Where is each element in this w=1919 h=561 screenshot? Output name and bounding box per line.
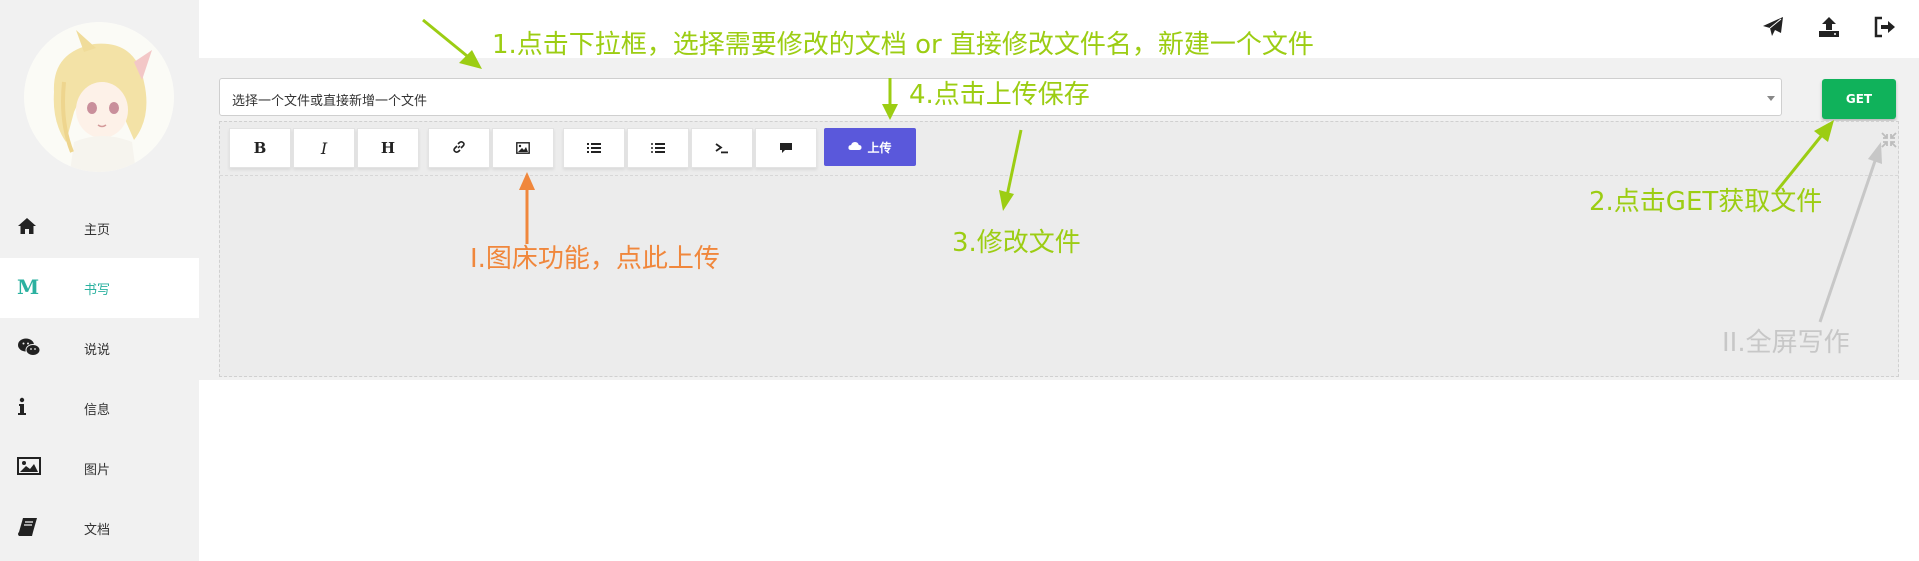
italic-button[interactable]: I	[293, 128, 355, 168]
sidebar-item-label: 信息	[84, 403, 111, 418]
sidebar-item-write[interactable]: M 书写	[0, 258, 199, 318]
annotation-tip2: II.全屏写作	[1722, 328, 1850, 358]
info-icon	[17, 397, 41, 419]
code-button[interactable]	[691, 128, 753, 168]
cloud-icon	[848, 140, 863, 154]
link-icon	[452, 139, 466, 158]
avatar[interactable]	[24, 22, 174, 172]
sidebar-item-label: 图片	[84, 463, 111, 478]
bold-button[interactable]: B	[229, 128, 291, 168]
annotation-step1: 1.点击下拉框，选择需要修改的文档 or 直接修改文件名，新建一个文件	[492, 30, 1314, 60]
svg-text:M: M	[17, 277, 39, 297]
annotation-tip1: I.图床功能，点此上传	[470, 244, 720, 274]
annotation-step4: 4.点击上传保存	[909, 80, 1090, 110]
ordered-list-button[interactable]	[563, 128, 625, 168]
sidebar-item-moments[interactable]: 说说	[0, 318, 199, 378]
book-icon	[17, 517, 41, 539]
image-upload-button[interactable]	[492, 128, 554, 168]
sidebar-item-label: 文档	[84, 523, 111, 538]
quote-button[interactable]	[755, 128, 817, 168]
content-footer-area	[199, 380, 1919, 561]
ordered-list-icon	[587, 139, 601, 158]
annotation-step3: 3.修改文件	[952, 228, 1081, 258]
logout-icon[interactable]	[1874, 16, 1900, 42]
sidebar-item-label: 书写	[84, 283, 111, 298]
home-icon	[17, 217, 41, 239]
markdown-icon: M	[17, 275, 41, 299]
upload-save-button[interactable]: 上传	[824, 128, 916, 166]
file-select-placeholder: 选择一个文件或直接新增一个文件	[232, 94, 428, 109]
link-button[interactable]	[428, 128, 490, 168]
upload-label: 上传	[867, 140, 892, 155]
get-button[interactable]: GET	[1822, 79, 1896, 119]
fullscreen-icon[interactable]	[1881, 132, 1897, 148]
sidebar-item-home[interactable]: 主页	[0, 198, 199, 258]
unordered-list-icon	[651, 139, 665, 158]
sidebar-item-docs[interactable]: 文档	[0, 498, 199, 558]
sidebar-item-info[interactable]: 信息	[0, 378, 199, 438]
image-icon	[17, 457, 41, 479]
code-icon	[715, 139, 729, 158]
annotation-step2: 2.点击GET获取文件	[1589, 187, 1823, 217]
heading-button[interactable]: H	[357, 128, 419, 168]
send-icon[interactable]	[1762, 16, 1788, 42]
toolbar-divider	[220, 175, 1898, 176]
sidebar: 主页 M 书写 说说 信息 图片 文档	[0, 0, 199, 561]
chevron-down-icon	[1767, 96, 1775, 101]
upload-icon[interactable]	[1818, 16, 1844, 42]
wechat-icon	[17, 337, 41, 359]
sidebar-item-images[interactable]: 图片	[0, 438, 199, 498]
quote-icon	[779, 139, 793, 158]
unordered-list-button[interactable]	[627, 128, 689, 168]
avatar-image	[24, 22, 174, 172]
image-icon	[516, 139, 530, 158]
sidebar-item-label: 说说	[84, 343, 111, 358]
sidebar-item-label: 主页	[84, 223, 111, 238]
